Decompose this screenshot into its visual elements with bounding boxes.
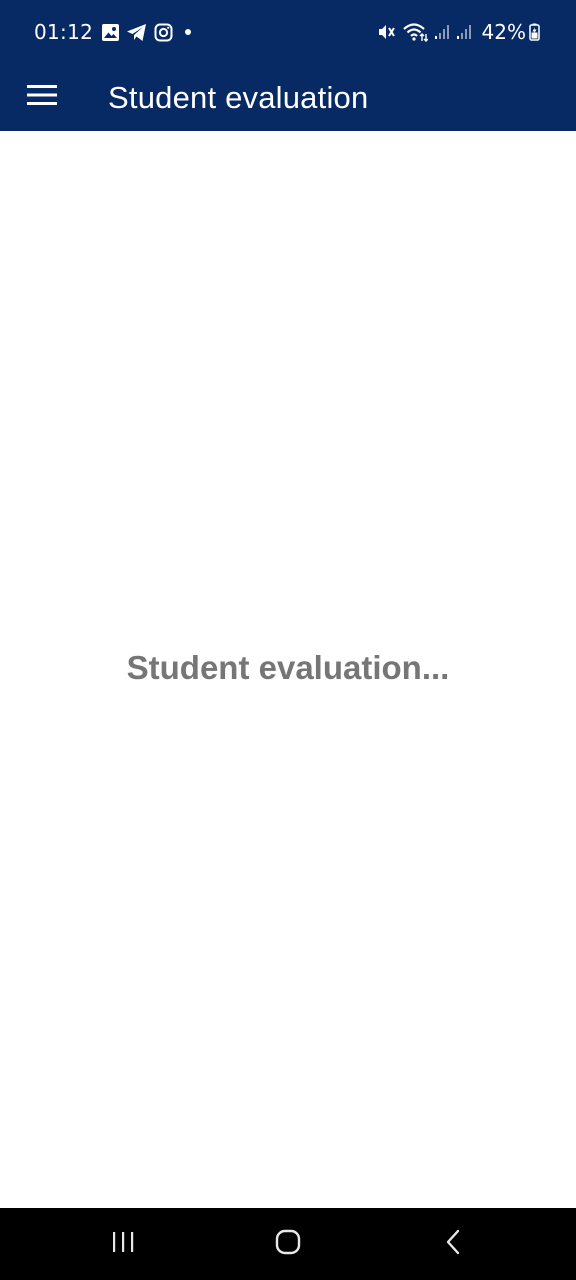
home-button[interactable] <box>248 1208 328 1280</box>
page-title: Student evaluation <box>108 79 369 115</box>
status-right: 42% <box>376 20 546 44</box>
battery-charging-icon <box>529 23 540 41</box>
battery-percentage: 42% <box>481 20 526 44</box>
wifi-icon <box>402 22 428 42</box>
app-bar: Student evaluation <box>0 64 576 131</box>
home-icon <box>274 1228 302 1261</box>
status-left: 01:12 <box>34 20 192 44</box>
telegram-icon <box>126 23 148 42</box>
gallery-icon <box>101 23 120 42</box>
main-content: Student evaluation... <box>0 131 576 1208</box>
status-time: 01:12 <box>34 20 94 44</box>
instagram-icon <box>154 23 173 42</box>
hamburger-menu-icon <box>27 84 57 111</box>
back-button[interactable] <box>413 1208 493 1280</box>
mute-vibrate-icon <box>376 23 396 41</box>
signal-2-icon <box>456 24 472 40</box>
loading-text: Student evaluation... <box>126 649 450 686</box>
screen: 01:12 42% Student evaluation Student eva… <box>0 0 576 1280</box>
system-nav-bar <box>0 1208 576 1280</box>
signal-1-icon <box>434 24 450 40</box>
back-icon <box>443 1228 463 1261</box>
recent-apps-button[interactable] <box>83 1208 163 1280</box>
notification-dot <box>185 29 192 35</box>
menu-button[interactable] <box>0 64 84 131</box>
status-bar: 01:12 42% <box>0 0 576 64</box>
recent-apps-icon <box>110 1230 136 1259</box>
